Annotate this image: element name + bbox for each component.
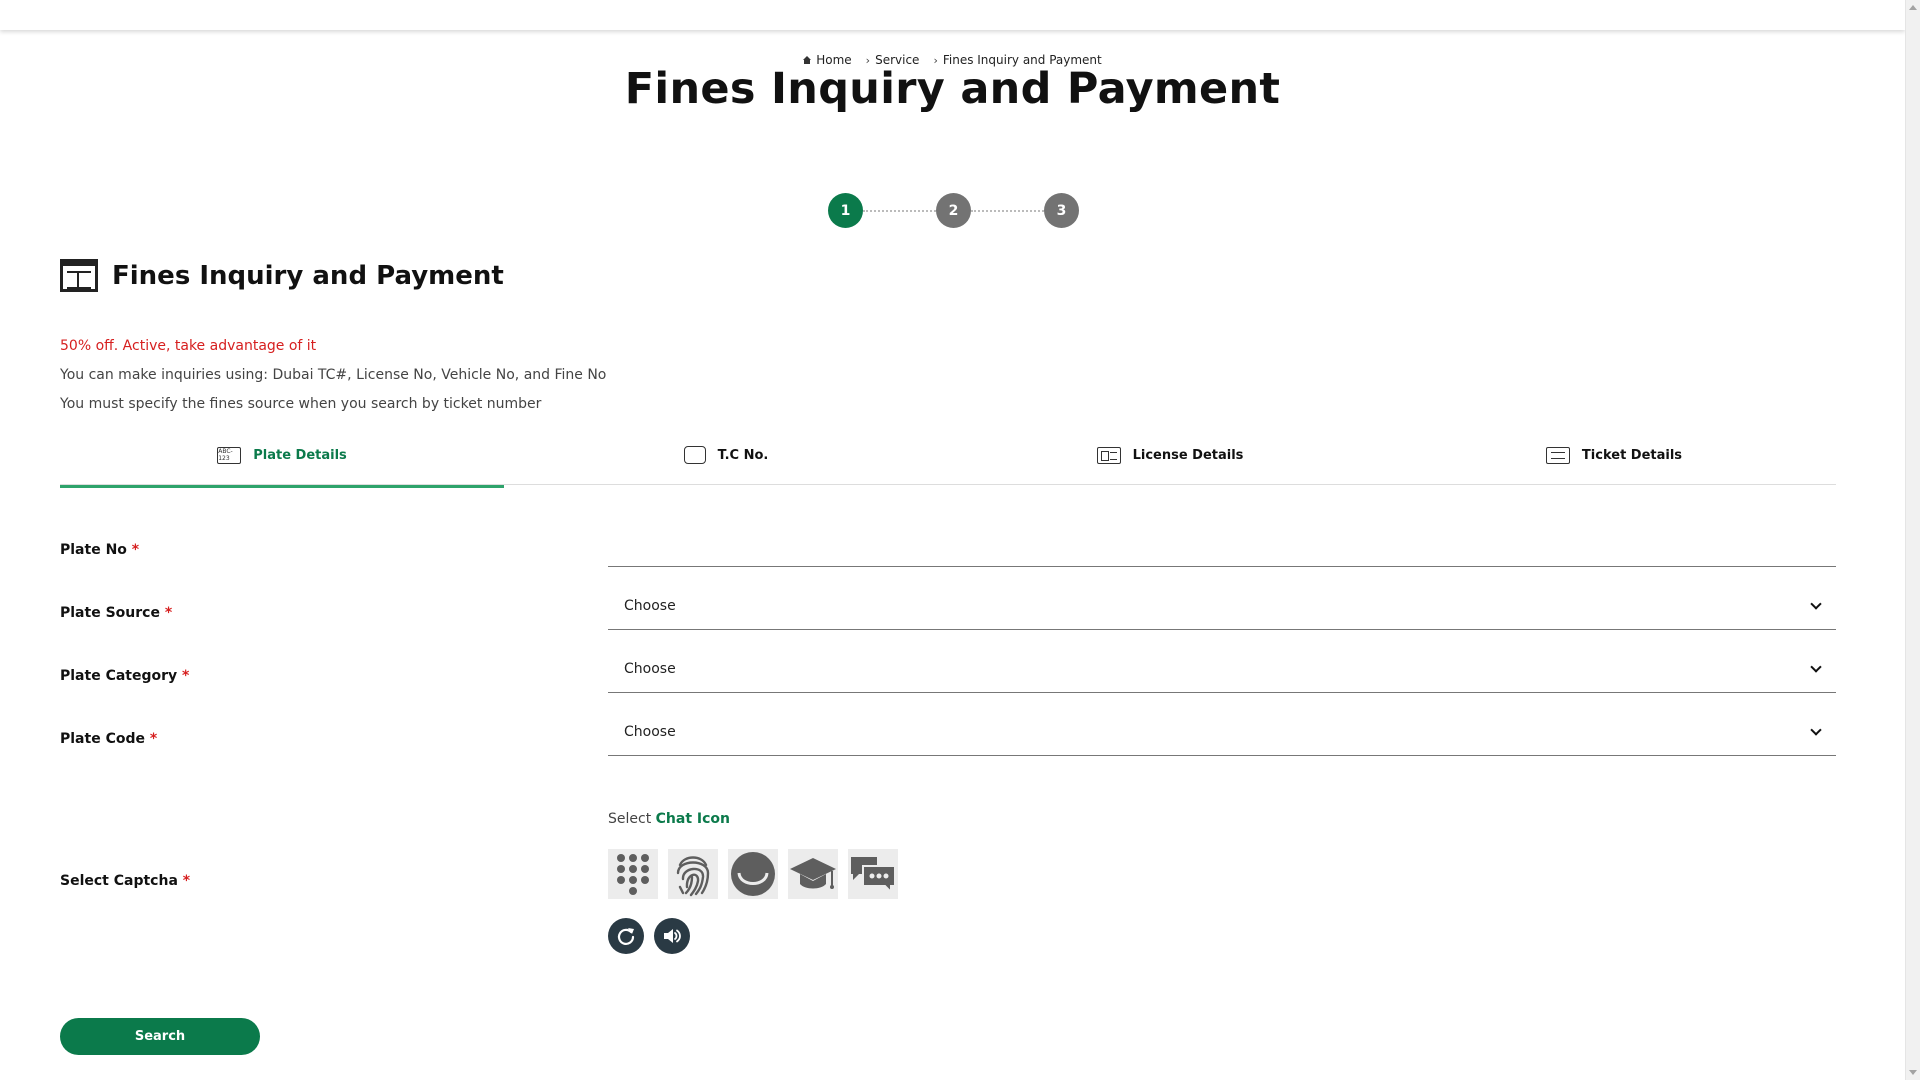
tab-label: License Details (1132, 447, 1244, 463)
plate-no-label: Plate No * (60, 542, 139, 558)
tab-label: T.C No. (717, 447, 769, 463)
captcha-option-keypad[interactable] (608, 849, 658, 899)
chat-icon (851, 857, 896, 894)
captcha-audio-button[interactable] (654, 918, 690, 954)
captcha-option-graduation-cap[interactable] (788, 849, 838, 899)
step-2: 2 (936, 193, 971, 228)
chevron-down-icon (1810, 723, 1822, 736)
plate-category-select[interactable]: Choose (608, 645, 1836, 693)
card-icon (683, 446, 706, 464)
required-mark: * (182, 873, 191, 889)
plate-code-label: Plate Code * (60, 731, 157, 747)
captcha-prompt: Select Chat Icon (608, 811, 730, 827)
step-3: 3 (1044, 193, 1079, 228)
step-connector (971, 209, 1044, 212)
tab-label: Ticket Details (1581, 447, 1683, 463)
ticket-icon (1545, 446, 1570, 464)
section-header: Fines Inquiry and Payment (60, 259, 504, 292)
scroll-up-icon[interactable] (1909, 5, 1917, 10)
captcha-prompt-target: Chat Icon (655, 811, 731, 827)
plate-category-label-text: Plate Category (60, 668, 178, 684)
audio-icon (664, 929, 681, 943)
required-mark: * (164, 605, 173, 621)
plate-source-label: Plate Source * (60, 605, 172, 621)
top-header-bar (0, 0, 1905, 30)
chevron-down-icon (1810, 597, 1822, 610)
license-icon (1096, 446, 1121, 464)
search-button[interactable]: Search (60, 1018, 260, 1055)
captcha-option-smile[interactable] (728, 849, 778, 899)
plate-source-select[interactable]: Choose (608, 582, 1836, 630)
home-icon (803, 56, 812, 64)
captcha-options (608, 849, 898, 899)
calendar-icon (60, 259, 98, 292)
tab-plate-details[interactable]: ABC-123 Plate Details (60, 438, 504, 488)
plate-category-label: Plate Category * (60, 668, 189, 684)
scrollbar[interactable] (1905, 0, 1920, 1080)
inquiry-tabs: ABC-123 Plate Details T.C No. License De… (60, 438, 1836, 488)
keypad-icon (617, 854, 649, 895)
page-title: Fines Inquiry and Payment (624, 64, 1281, 114)
step-1: 1 (828, 193, 863, 228)
info-text: You can make inquiries using: Dubai TC#,… (60, 367, 607, 383)
plate-no-input[interactable] (608, 527, 1836, 567)
plate-icon: ABC-123 (217, 446, 242, 464)
plate-code-label-text: Plate Code (60, 731, 145, 747)
tab-license-details[interactable]: License Details (948, 438, 1392, 484)
tab-tc-no[interactable]: T.C No. (504, 438, 948, 484)
required-mark: * (149, 731, 158, 747)
plate-no-label-text: Plate No (60, 542, 127, 558)
scroll-down-icon[interactable] (1909, 1070, 1917, 1075)
plate-source-label-text: Plate Source (60, 605, 160, 621)
captcha-option-chat[interactable] (848, 849, 898, 899)
tab-ticket-details[interactable]: Ticket Details (1392, 438, 1836, 484)
progress-stepper: 1 2 3 (828, 193, 1079, 228)
captcha-label-text: Select Captcha (60, 873, 178, 889)
plate-code-selected: Choose (624, 723, 676, 740)
graduation-cap-icon (790, 858, 836, 889)
smile-icon (731, 852, 775, 896)
captcha-prompt-prefix: Select (608, 811, 652, 827)
plate-source-selected: Choose (624, 597, 676, 614)
captcha-option-fingerprint[interactable] (668, 849, 718, 899)
tab-label: Plate Details (253, 447, 347, 463)
section-title: Fines Inquiry and Payment (112, 260, 504, 291)
step-connector (863, 209, 936, 212)
captcha-label: Select Captcha * (60, 873, 190, 889)
chevron-down-icon (1810, 660, 1822, 673)
info-text: You must specify the fines source when y… (60, 396, 542, 412)
plate-code-select[interactable]: Choose (608, 708, 1836, 756)
fingerprint-icon (676, 856, 710, 897)
required-mark: * (131, 542, 140, 558)
refresh-icon (617, 928, 635, 945)
promo-notice: 50% off. Active, take advantage of it (60, 338, 317, 354)
required-mark: * (182, 668, 190, 684)
plate-category-selected: Choose (624, 660, 676, 677)
captcha-refresh-button[interactable] (608, 918, 644, 954)
